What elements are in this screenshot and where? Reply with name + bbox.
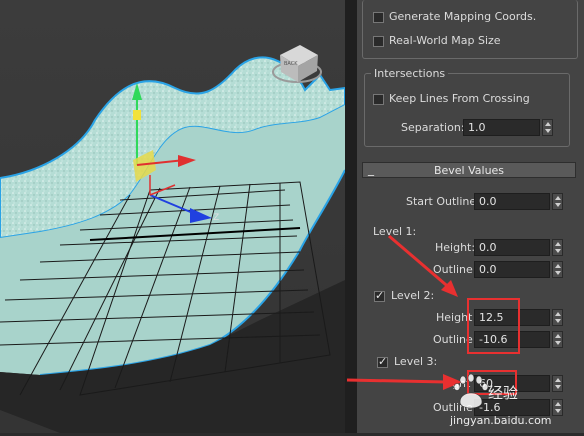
watermark-text: 经验: [488, 384, 519, 402]
watermark: 经验 jingyan.baidu.com: [448, 372, 584, 433]
annotation-arrows: [346, 234, 462, 390]
watermark-url: jingyan.baidu.com: [450, 414, 552, 427]
